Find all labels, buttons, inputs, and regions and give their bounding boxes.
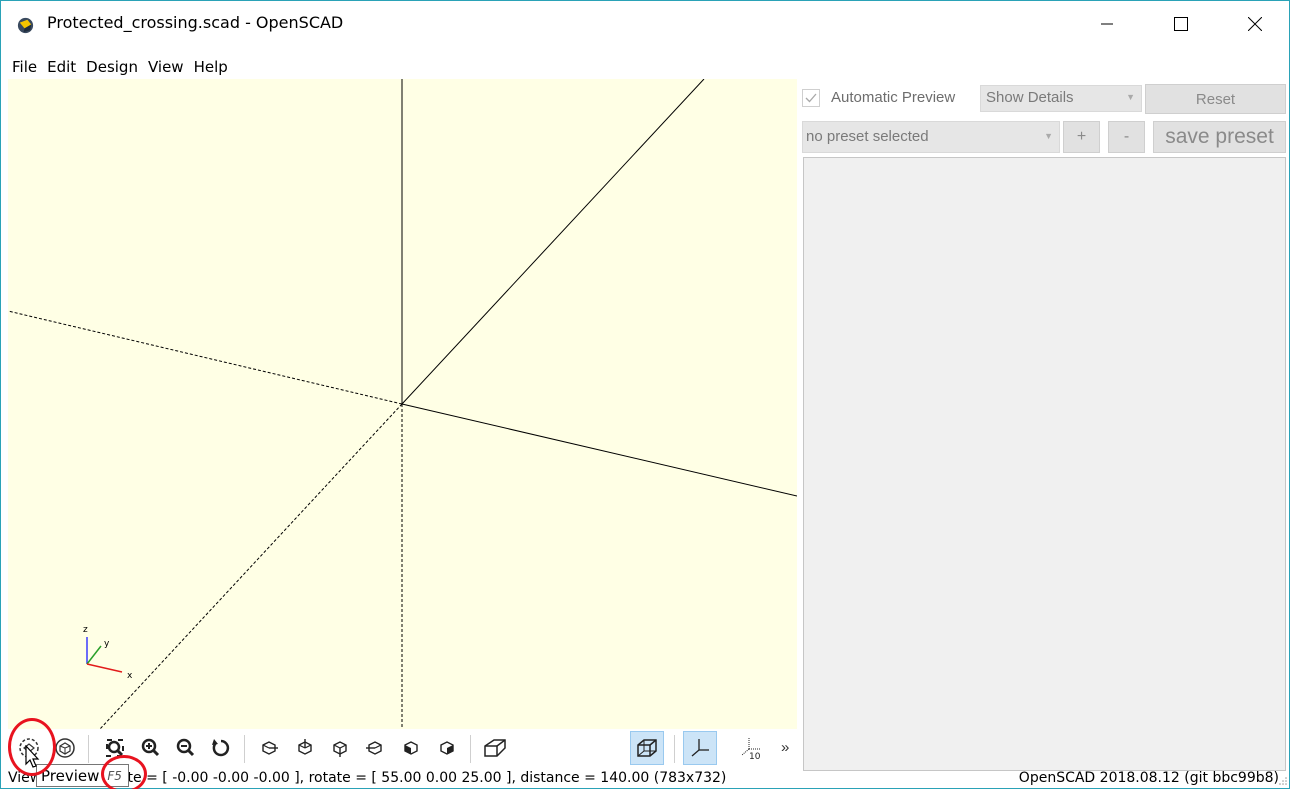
close-icon xyxy=(1248,17,1262,31)
show-details-select[interactable]: Show Details ▼ xyxy=(980,85,1142,112)
openscad-window: Protected_crossing.scad - OpenSCAD File … xyxy=(0,0,1290,789)
zoom-out-icon xyxy=(176,738,195,757)
chevron-down-icon: ▼ xyxy=(1044,131,1053,141)
resize-grip-icon[interactable] xyxy=(1278,776,1288,786)
minimize-button[interactable] xyxy=(1084,1,1130,47)
view-left-icon xyxy=(366,741,382,755)
zoom-out-button[interactable] xyxy=(169,731,203,765)
reset-view-icon xyxy=(212,739,230,757)
view-top-button[interactable] xyxy=(288,731,322,765)
maximize-icon xyxy=(1174,17,1188,31)
preset-select-value: no preset selected xyxy=(806,128,929,145)
checkmark-icon xyxy=(805,93,817,103)
x-axis-positive xyxy=(401,403,797,497)
view-top-icon xyxy=(298,739,312,755)
annotation-circle-shortcut xyxy=(101,755,147,789)
customizer-panel: Automatic Preview Show Details ▼ Reset n… xyxy=(798,79,1289,771)
perspective-button[interactable] xyxy=(478,731,512,765)
close-button[interactable] xyxy=(1232,1,1278,47)
menu-edit[interactable]: Edit xyxy=(42,55,81,79)
orthogonal-icon xyxy=(637,739,657,757)
view-right-icon xyxy=(262,741,278,755)
view-front-icon xyxy=(404,741,418,755)
toolbar-separator xyxy=(244,735,245,763)
view-right-button[interactable] xyxy=(252,731,286,765)
show-details-value: Show Details xyxy=(986,89,1074,106)
scale-label: 10 xyxy=(749,752,761,761)
automatic-preview-checkbox[interactable] xyxy=(802,89,820,107)
axes-indicator: z y x xyxy=(83,625,133,681)
annotation-circle-preview xyxy=(8,718,56,776)
view-front-button[interactable] xyxy=(394,731,428,765)
axes-indicator-y: y xyxy=(104,639,110,649)
viewport-axes: z y x xyxy=(8,79,797,729)
x-axis-negative xyxy=(8,310,403,405)
axes-indicator-x: x xyxy=(127,671,133,681)
toolbar-separator xyxy=(674,735,675,763)
status-bar: Viewport: translate = [ -0.00 -0.00 -0.0… xyxy=(8,767,1289,789)
title-bar[interactable]: Protected_crossing.scad - OpenSCAD xyxy=(1,1,1289,47)
show-scale-icon: 10 xyxy=(741,738,761,761)
window-title: Protected_crossing.scad - OpenSCAD xyxy=(47,13,344,32)
openscad-logo-icon xyxy=(17,17,34,34)
menu-view[interactable]: View xyxy=(143,55,189,79)
menu-design[interactable]: Design xyxy=(81,55,143,79)
render-icon xyxy=(55,738,75,758)
version-status: OpenSCAD 2018.08.12 (git bbc99b8) xyxy=(1018,770,1279,786)
y-axis-positive xyxy=(401,79,705,405)
orthogonal-button[interactable] xyxy=(630,731,664,765)
view-bottom-icon xyxy=(333,741,347,757)
menu-help[interactable]: Help xyxy=(189,55,233,79)
axes-indicator-z: z xyxy=(83,625,88,635)
save-preset-button[interactable]: save preset xyxy=(1153,121,1286,153)
toolbar-overflow-button[interactable]: » xyxy=(781,739,789,756)
view-left-button[interactable] xyxy=(358,731,392,765)
view-back-button[interactable] xyxy=(430,731,464,765)
3d-viewport[interactable]: z y x xyxy=(8,79,797,729)
preset-row: no preset selected ▼ + - save preset xyxy=(798,119,1289,155)
show-axes-button[interactable] xyxy=(683,731,717,765)
reset-button[interactable]: Reset xyxy=(1145,84,1286,114)
maximize-button[interactable] xyxy=(1158,1,1204,47)
perspective-icon xyxy=(484,739,506,757)
parameter-list[interactable] xyxy=(803,157,1286,771)
show-axes-icon xyxy=(691,739,709,757)
preset-select[interactable]: no preset selected ▼ xyxy=(802,121,1060,153)
view-bottom-button[interactable] xyxy=(323,731,357,765)
customizer-top-row: Automatic Preview Show Details ▼ Reset xyxy=(798,79,1289,119)
toolbar-separator xyxy=(470,735,471,763)
menu-file[interactable]: File xyxy=(1,55,42,79)
y-axis-negative xyxy=(99,403,403,729)
tooltip-label: Preview xyxy=(41,766,100,785)
automatic-preview-label: Automatic Preview xyxy=(831,89,956,106)
zoom-in-icon xyxy=(141,738,160,757)
menu-bar: File Edit Design View Help xyxy=(1,55,233,79)
add-preset-button[interactable]: + xyxy=(1063,121,1100,153)
view-back-icon xyxy=(440,741,454,755)
toolbar-separator xyxy=(88,735,89,763)
show-scale-button[interactable]: 10 xyxy=(736,731,770,765)
chevron-down-icon: ▼ xyxy=(1126,92,1135,102)
minimize-icon xyxy=(1101,23,1113,25)
remove-preset-button[interactable]: - xyxy=(1108,121,1145,153)
reset-view-button[interactable] xyxy=(204,731,238,765)
